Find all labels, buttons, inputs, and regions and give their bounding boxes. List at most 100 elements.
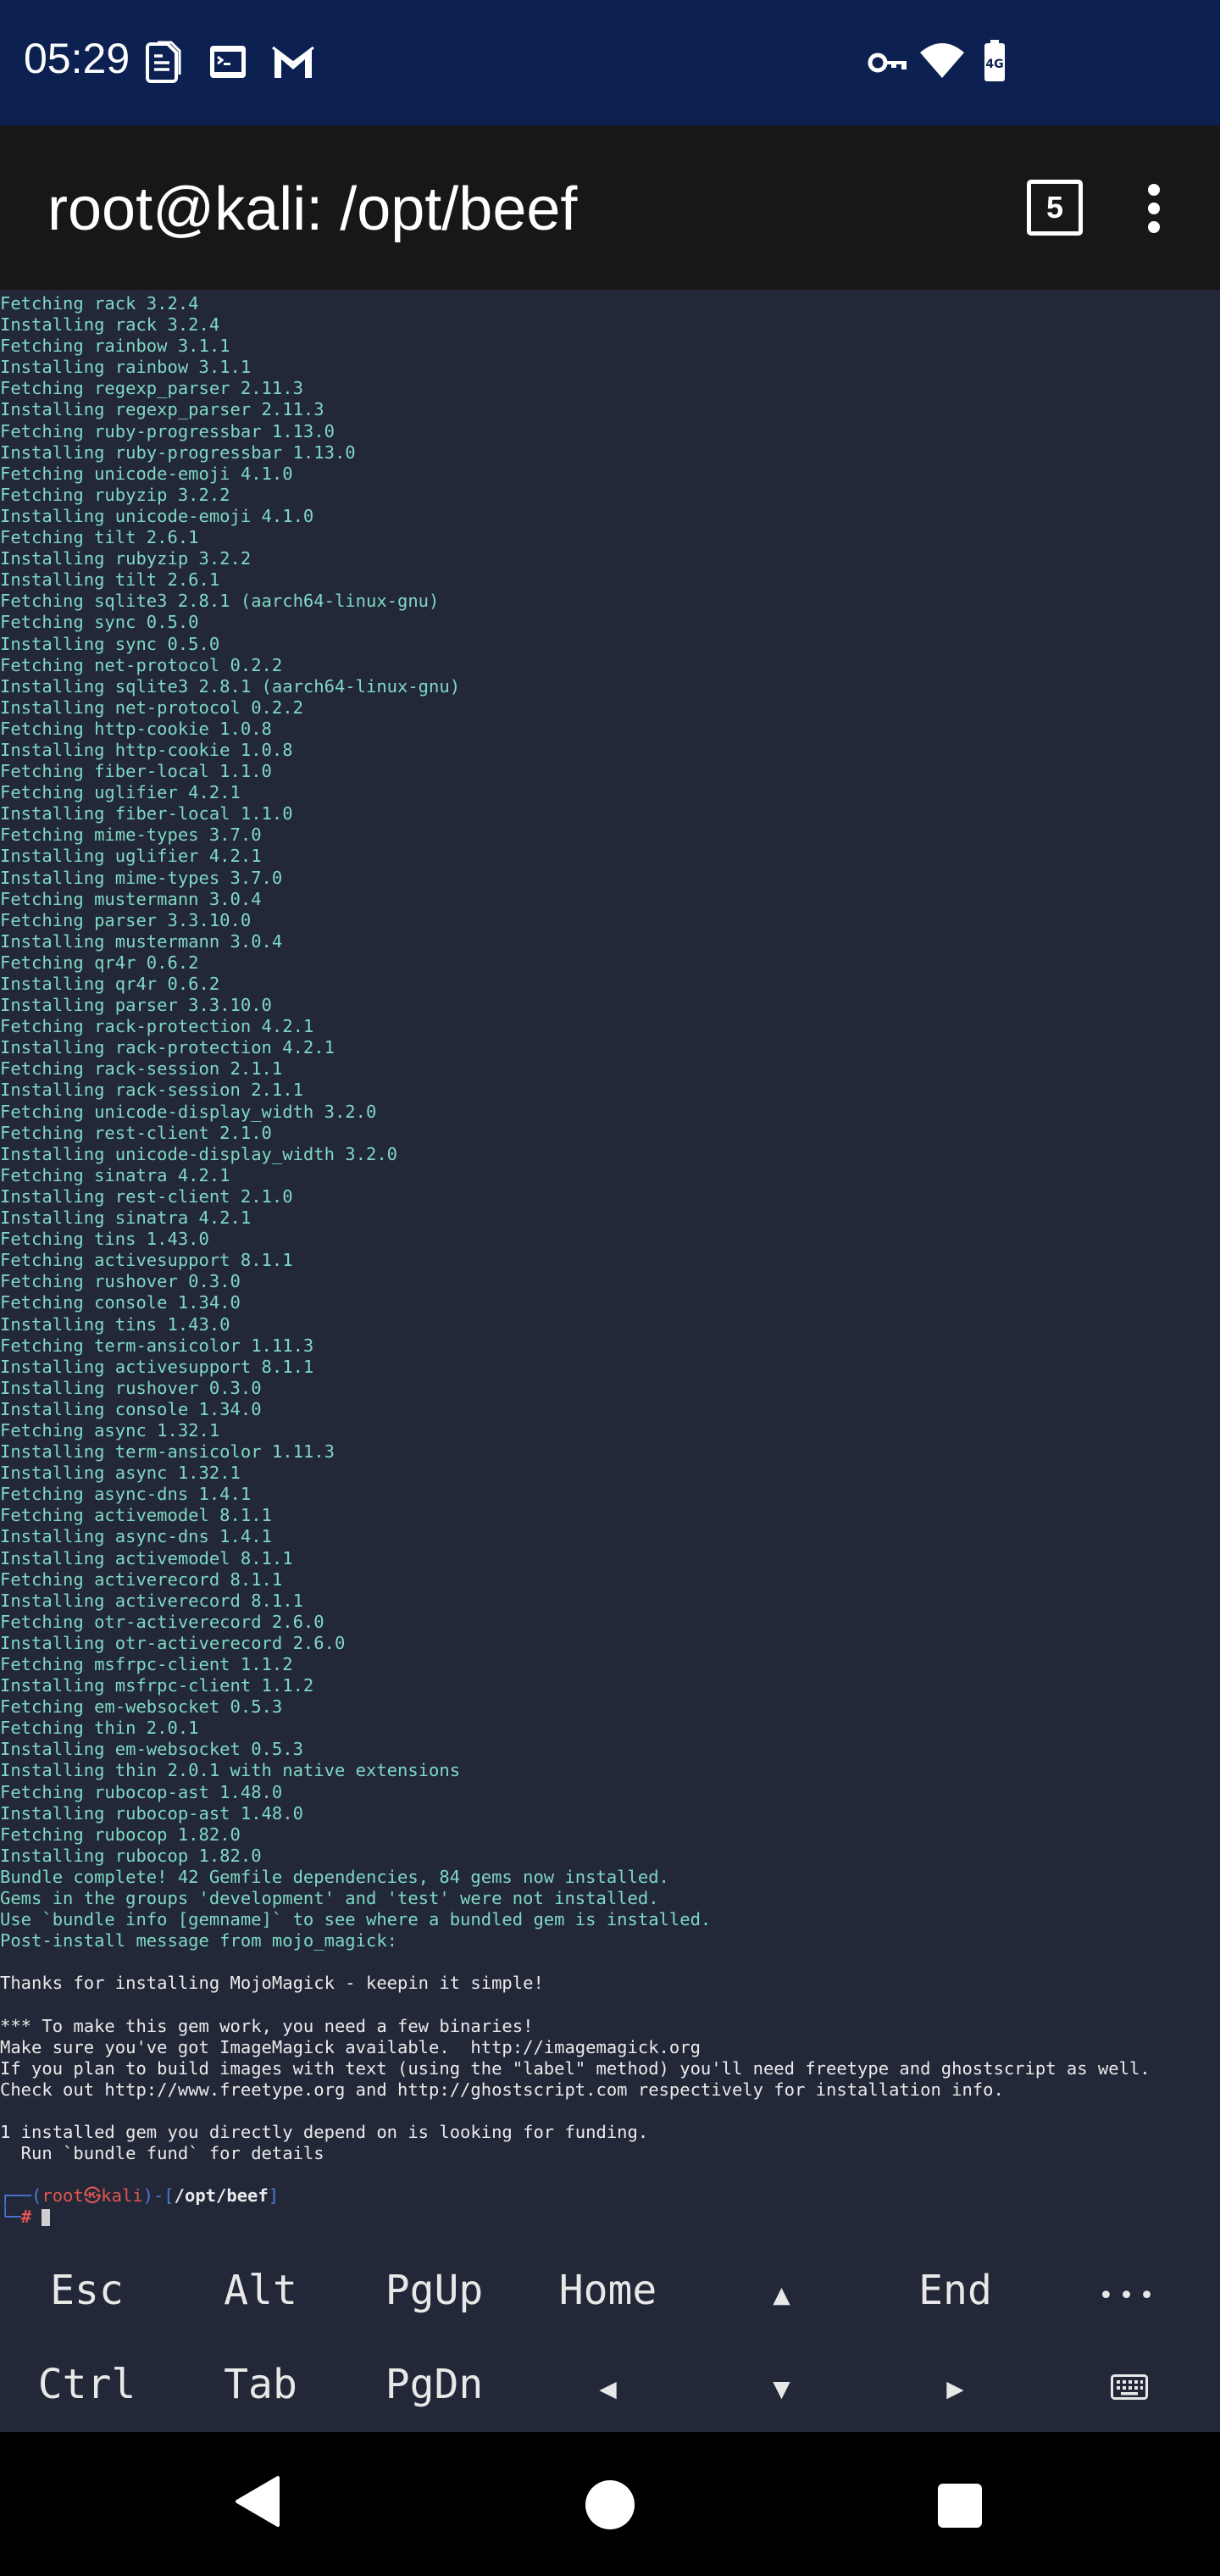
terminal-line: Fetching otr-activerecord 2.6.0 bbox=[0, 1611, 324, 1632]
svg-text:4G: 4G bbox=[985, 58, 1003, 71]
terminal-line: Installing http-cookie 1.0.8 bbox=[0, 739, 293, 760]
terminal-line: Installing msfrpc-client 1.1.2 bbox=[0, 1675, 314, 1696]
terminal-line: Installing activesupport 8.1.1 bbox=[0, 1356, 314, 1377]
prompt-corner-bottom: └─ bbox=[0, 2207, 21, 2228]
terminal-line: Fetching thin 2.0.1 bbox=[0, 1718, 199, 1739]
prompt-host: kali bbox=[101, 2185, 143, 2207]
terminal-line: Fetching mustermann 3.0.4 bbox=[0, 888, 262, 909]
key-tab[interactable]: Tab bbox=[174, 2338, 347, 2431]
shell-input-line[interactable]: └─# bbox=[0, 2207, 1220, 2228]
terminal-line: Installing rubyzip 3.2.2 bbox=[0, 548, 252, 569]
terminal-line: Fetching sync 0.5.0 bbox=[0, 612, 199, 633]
key-more[interactable]: ••• bbox=[1042, 2244, 1216, 2337]
more-vert-icon[interactable] bbox=[1142, 183, 1166, 237]
terminal-line: Installing rainbow 3.1.1 bbox=[0, 357, 252, 378]
prompt-corner-top: ┌──( bbox=[0, 2185, 42, 2207]
terminal-line: Fetching console 1.34.0 bbox=[0, 1292, 241, 1313]
terminal-line: Installing unicode-emoji 4.1.0 bbox=[0, 505, 314, 526]
terminal-line: Installing net-protocol 0.2.2 bbox=[0, 697, 303, 718]
terminal-line: Check out http://www.freetype.org and ht… bbox=[0, 2079, 1004, 2100]
key-pgup[interactable]: PgUp bbox=[347, 2244, 521, 2337]
terminal-line: Installing rack-protection 4.2.1 bbox=[0, 1037, 335, 1058]
key-alt[interactable]: Alt bbox=[174, 2244, 347, 2337]
recents-square-icon[interactable] bbox=[937, 2483, 983, 2532]
battery-icon: 4G bbox=[983, 39, 1006, 86]
terminal-line: *** To make this gem work, you need a fe… bbox=[0, 2015, 534, 2036]
terminal-line: Fetching rubyzip 3.2.2 bbox=[0, 484, 230, 505]
status-bar: 05:29 4G bbox=[0, 0, 1220, 125]
key-end[interactable]: End bbox=[868, 2244, 1042, 2337]
terminal-line: Installing sinatra 4.2.1 bbox=[0, 1208, 252, 1229]
terminal-line: Fetching rubocop-ast 1.48.0 bbox=[0, 1781, 283, 1802]
key-keyboard[interactable] bbox=[1042, 2338, 1216, 2431]
terminal-line: Fetching term-ansicolor 1.11.3 bbox=[0, 1335, 314, 1356]
key-home[interactable]: Home bbox=[521, 2244, 695, 2337]
terminal-line: Installing console 1.34.0 bbox=[0, 1398, 262, 1419]
terminal-line: Installing thin 2.0.1 with native extens… bbox=[0, 1760, 461, 1781]
prompt-close-bracket: ] bbox=[268, 2185, 280, 2207]
prompt-separator: )-[ bbox=[142, 2185, 175, 2207]
session-title: root@kali: /opt/beef bbox=[47, 175, 578, 243]
key-arrow-right[interactable]: ▶ bbox=[868, 2338, 1042, 2431]
key-arrow-down[interactable]: ▼ bbox=[695, 2338, 868, 2431]
terminal-line: Fetching qr4r 0.6.2 bbox=[0, 952, 199, 973]
terminal-output: Fetching rack 3.2.4 Installing rack 3.2.4… bbox=[0, 293, 1220, 2229]
terminal-line: Installing activerecord 8.1.1 bbox=[0, 1590, 303, 1611]
terminal-line: Installing term-ansicolor 1.11.3 bbox=[0, 1441, 335, 1463]
terminal-line: Bundle complete! 42 Gemfile dependencies… bbox=[0, 1866, 669, 1887]
clock: 05:29 bbox=[24, 35, 130, 82]
terminal-line: Fetching uglifier 4.2.1 bbox=[0, 782, 241, 803]
terminal-line: Fetching async-dns 1.4.1 bbox=[0, 1484, 252, 1505]
home-circle-icon[interactable] bbox=[585, 2479, 635, 2534]
key-more-label: ••• bbox=[1098, 2281, 1160, 2311]
terminal-line: Installing fiber-local 1.1.0 bbox=[0, 803, 293, 824]
terminal-line: Gems in the groups 'development' and 'te… bbox=[0, 1888, 659, 1909]
back-triangle-icon[interactable] bbox=[234, 2474, 281, 2532]
prompt-path: /opt/beef bbox=[174, 2185, 269, 2207]
terminal-line: Fetching tilt 2.6.1 bbox=[0, 527, 199, 548]
terminal-line: Fetching rushover 0.3.0 bbox=[0, 1271, 241, 1292]
terminal-line: Post-install message from mojo_magick: bbox=[0, 1930, 397, 1951]
key-pgup-label: PgUp bbox=[385, 2267, 484, 2314]
terminal-line: Installing rack-session 2.1.1 bbox=[0, 1080, 303, 1101]
terminal-line: Installing rubocop 1.82.0 bbox=[0, 1845, 262, 1866]
key-arrow-left[interactable]: ◀ bbox=[521, 2338, 695, 2431]
key-pgdn-label: PgDn bbox=[385, 2361, 484, 2408]
terminal-line: Fetching activerecord 8.1.1 bbox=[0, 1568, 283, 1590]
terminal-line: Fetching rack 3.2.4 bbox=[0, 293, 199, 314]
terminal-line: Fetching async 1.32.1 bbox=[0, 1419, 220, 1441]
terminal-line: Installing mime-types 3.7.0 bbox=[0, 867, 283, 888]
terminal-view[interactable]: Fetching rack 3.2.4 Installing rack 3.2.4… bbox=[0, 290, 1220, 2244]
terminal-line: Fetching activemodel 8.1.1 bbox=[0, 1505, 272, 1526]
key-arrow-up[interactable]: ▲ bbox=[695, 2244, 868, 2337]
key-arrow-up-label: ▲ bbox=[773, 2278, 790, 2312]
terminal-line: Installing regexp_parser 2.11.3 bbox=[0, 399, 324, 420]
terminal-line: Fetching rubocop 1.82.0 bbox=[0, 1824, 241, 1845]
terminal-line: Installing mustermann 3.0.4 bbox=[0, 930, 283, 952]
terminal-line: Installing tins 1.43.0 bbox=[0, 1313, 230, 1335]
terminal-line: Installing sync 0.5.0 bbox=[0, 633, 220, 654]
prompt-at-symbol: ㉿ bbox=[83, 2185, 102, 2207]
terminal-line: Fetching msfrpc-client 1.1.2 bbox=[0, 1654, 293, 1674]
prompt-user: root bbox=[42, 2185, 84, 2207]
terminal-line: Fetching parser 3.3.10.0 bbox=[0, 909, 252, 930]
keyboard-icon bbox=[1110, 2361, 1148, 2408]
terminal-line: Fetching rainbow 3.1.1 bbox=[0, 336, 230, 357]
wifi-icon bbox=[918, 41, 966, 83]
terminal-line: Installing qr4r 0.6.2 bbox=[0, 974, 220, 994]
key-pgdn[interactable]: PgDn bbox=[347, 2338, 521, 2431]
session-count-button[interactable]: 5 bbox=[1027, 180, 1083, 236]
key-ctrl[interactable]: Ctrl bbox=[0, 2338, 174, 2431]
terminal-line: Fetching sinatra 4.2.1 bbox=[0, 1164, 230, 1185]
extra-keys-bar: Esc Alt PgUp Home ▲ End ••• Ctrl Tab PgDn ◀ ▼ ▶ bbox=[0, 2244, 1220, 2432]
terminal-line: Installing rack 3.2.4 bbox=[0, 314, 220, 336]
terminal-line: Fetching sqlite3 2.8.1 (aarch64-linux-gn… bbox=[0, 591, 440, 612]
terminal-line: Fetching activesupport 8.1.1 bbox=[0, 1250, 293, 1271]
terminal-line: Installing parser 3.3.10.0 bbox=[0, 995, 272, 1016]
key-esc[interactable]: Esc bbox=[0, 2244, 174, 2337]
terminal-line: Installing activemodel 8.1.1 bbox=[0, 1547, 293, 1568]
